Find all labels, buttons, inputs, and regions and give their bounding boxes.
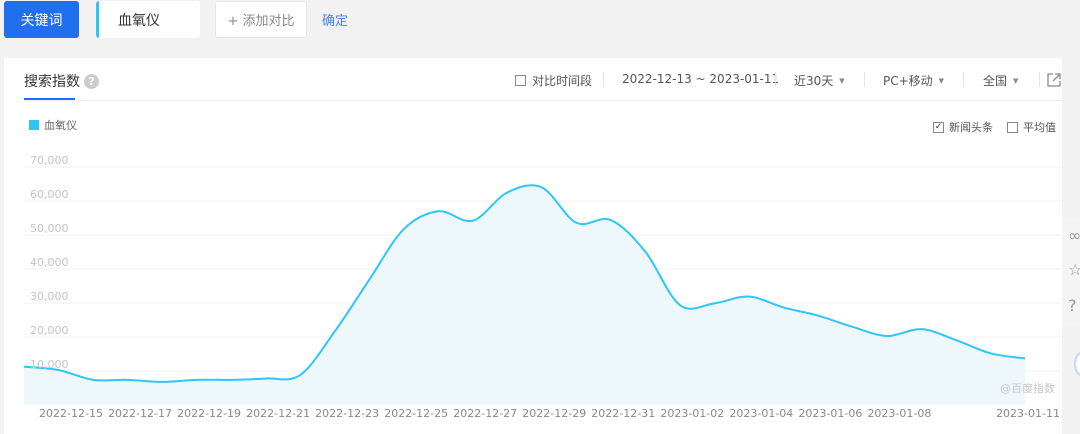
x-tick-label: 2023-01-08 [867,407,932,420]
star-icon[interactable]: ☆ [1068,260,1080,279]
help-circle-icon[interactable]: ? [1068,296,1077,315]
x-tick-label: 2022-12-15 [39,407,103,420]
y-tick-label: 60,000 [30,188,69,201]
y-tick-label: 70,000 [30,154,69,167]
y-tick-label: 50,000 [30,222,69,235]
share-icon[interactable]: ∞ [1068,226,1080,245]
y-tick-label: 40,000 [30,256,69,269]
series-area [24,185,1025,405]
y-tick-label: 30,000 [30,290,69,303]
y-tick-label: 10,000 [30,358,69,371]
x-tick-label: 2022-12-21 [246,407,311,420]
x-tick-label: 2023-01-04 [729,407,794,420]
x-tick-label: 2022-12-19 [177,407,242,420]
side-toolbar: ∞ ☆ ? [1062,218,1080,327]
x-tick-label: 2022-12-23 [315,407,380,420]
x-tick-label: 2023-01-06 [798,407,863,420]
x-tick-label: 2022-12-25 [384,407,449,420]
x-tick-label: 2023-01-11 [996,407,1060,420]
x-tick-label: 2022-12-17 [108,407,172,420]
chart-area [23,166,1060,405]
x-tick-label: 2022-12-31 [591,407,656,420]
watermark: @百度指数 [1000,382,1055,395]
x-tick-label: 2022-12-29 [522,407,587,420]
x-tick-label: 2023-01-02 [660,407,725,420]
y-tick-label: 20,000 [30,324,69,337]
x-tick-label: 2022-12-27 [453,407,518,420]
